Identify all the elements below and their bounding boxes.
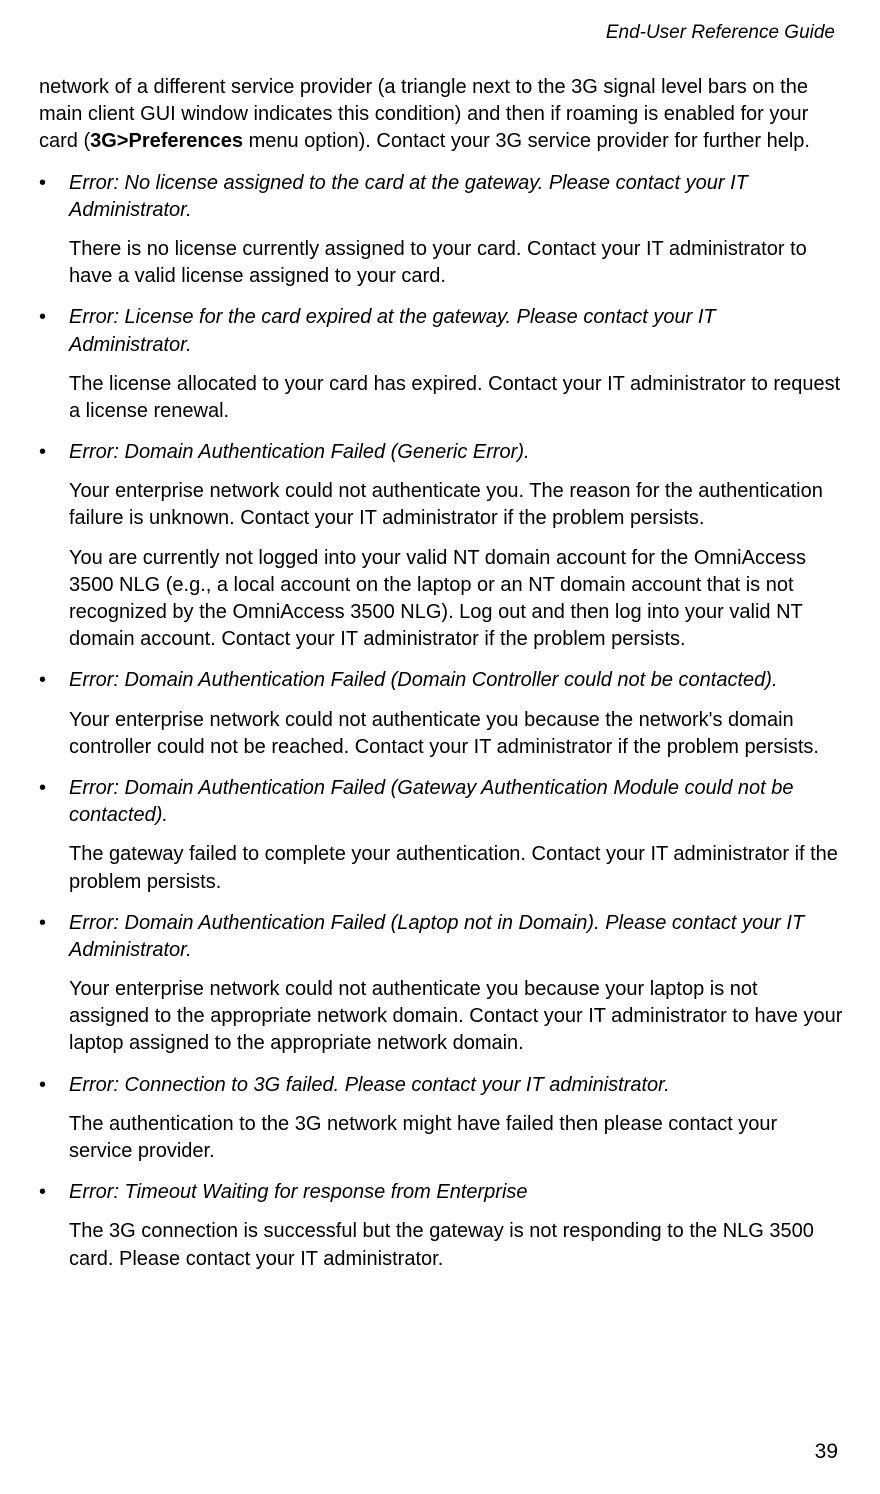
error-body: There is no license currently assigned t… <box>69 236 843 290</box>
error-item: Error: Domain Authentication Failed (Lap… <box>39 910 843 1058</box>
page-content: network of a different service provider … <box>37 74 843 1273</box>
page-header: End-User Reference Guide <box>37 22 843 44</box>
error-item: Error: Domain Authentication Failed (Gen… <box>39 439 843 653</box>
error-body: Your enterprise network could not authen… <box>69 478 843 532</box>
error-body: The license allocated to your card has e… <box>69 371 843 425</box>
error-body: The gateway failed to complete your auth… <box>69 841 843 895</box>
intro-bold-segment: 3G>Preferences <box>90 130 243 152</box>
error-item: Error: Domain Authentication Failed (Dom… <box>39 667 843 761</box>
error-body: Your enterprise network could not authen… <box>69 976 843 1058</box>
error-item: Error: Connection to 3G failed. Please c… <box>39 1072 843 1166</box>
error-body: You are currently not logged into your v… <box>69 545 843 654</box>
error-title: Error: Domain Authentication Failed (Dom… <box>69 667 843 694</box>
intro-paragraph: network of a different service provider … <box>39 74 843 156</box>
error-title: Error: Domain Authentication Failed (Gen… <box>69 439 843 466</box>
error-title: Error: License for the card expired at t… <box>69 304 843 358</box>
error-item: Error: Timeout Waiting for response from… <box>39 1179 843 1273</box>
intro-text-segment: menu option). Contact your 3G service pr… <box>243 130 810 152</box>
error-body: The 3G connection is successful but the … <box>69 1218 843 1272</box>
error-title: Error: Connection to 3G failed. Please c… <box>69 1072 843 1099</box>
error-title: Error: Domain Authentication Failed (Lap… <box>69 910 843 964</box>
error-list: Error: No license assigned to the card a… <box>39 170 843 1273</box>
error-item: Error: Domain Authentication Failed (Gat… <box>39 775 843 896</box>
header-title: End-User Reference Guide <box>606 22 835 43</box>
error-title: Error: No license assigned to the card a… <box>69 170 843 224</box>
error-title: Error: Domain Authentication Failed (Gat… <box>69 775 843 829</box>
page-number: 39 <box>815 1440 838 1464</box>
error-item: Error: No license assigned to the card a… <box>39 170 843 291</box>
error-body: Your enterprise network could not authen… <box>69 707 843 761</box>
error-item: Error: License for the card expired at t… <box>39 304 843 425</box>
error-title: Error: Timeout Waiting for response from… <box>69 1179 843 1206</box>
error-body: The authentication to the 3G network mig… <box>69 1111 843 1165</box>
